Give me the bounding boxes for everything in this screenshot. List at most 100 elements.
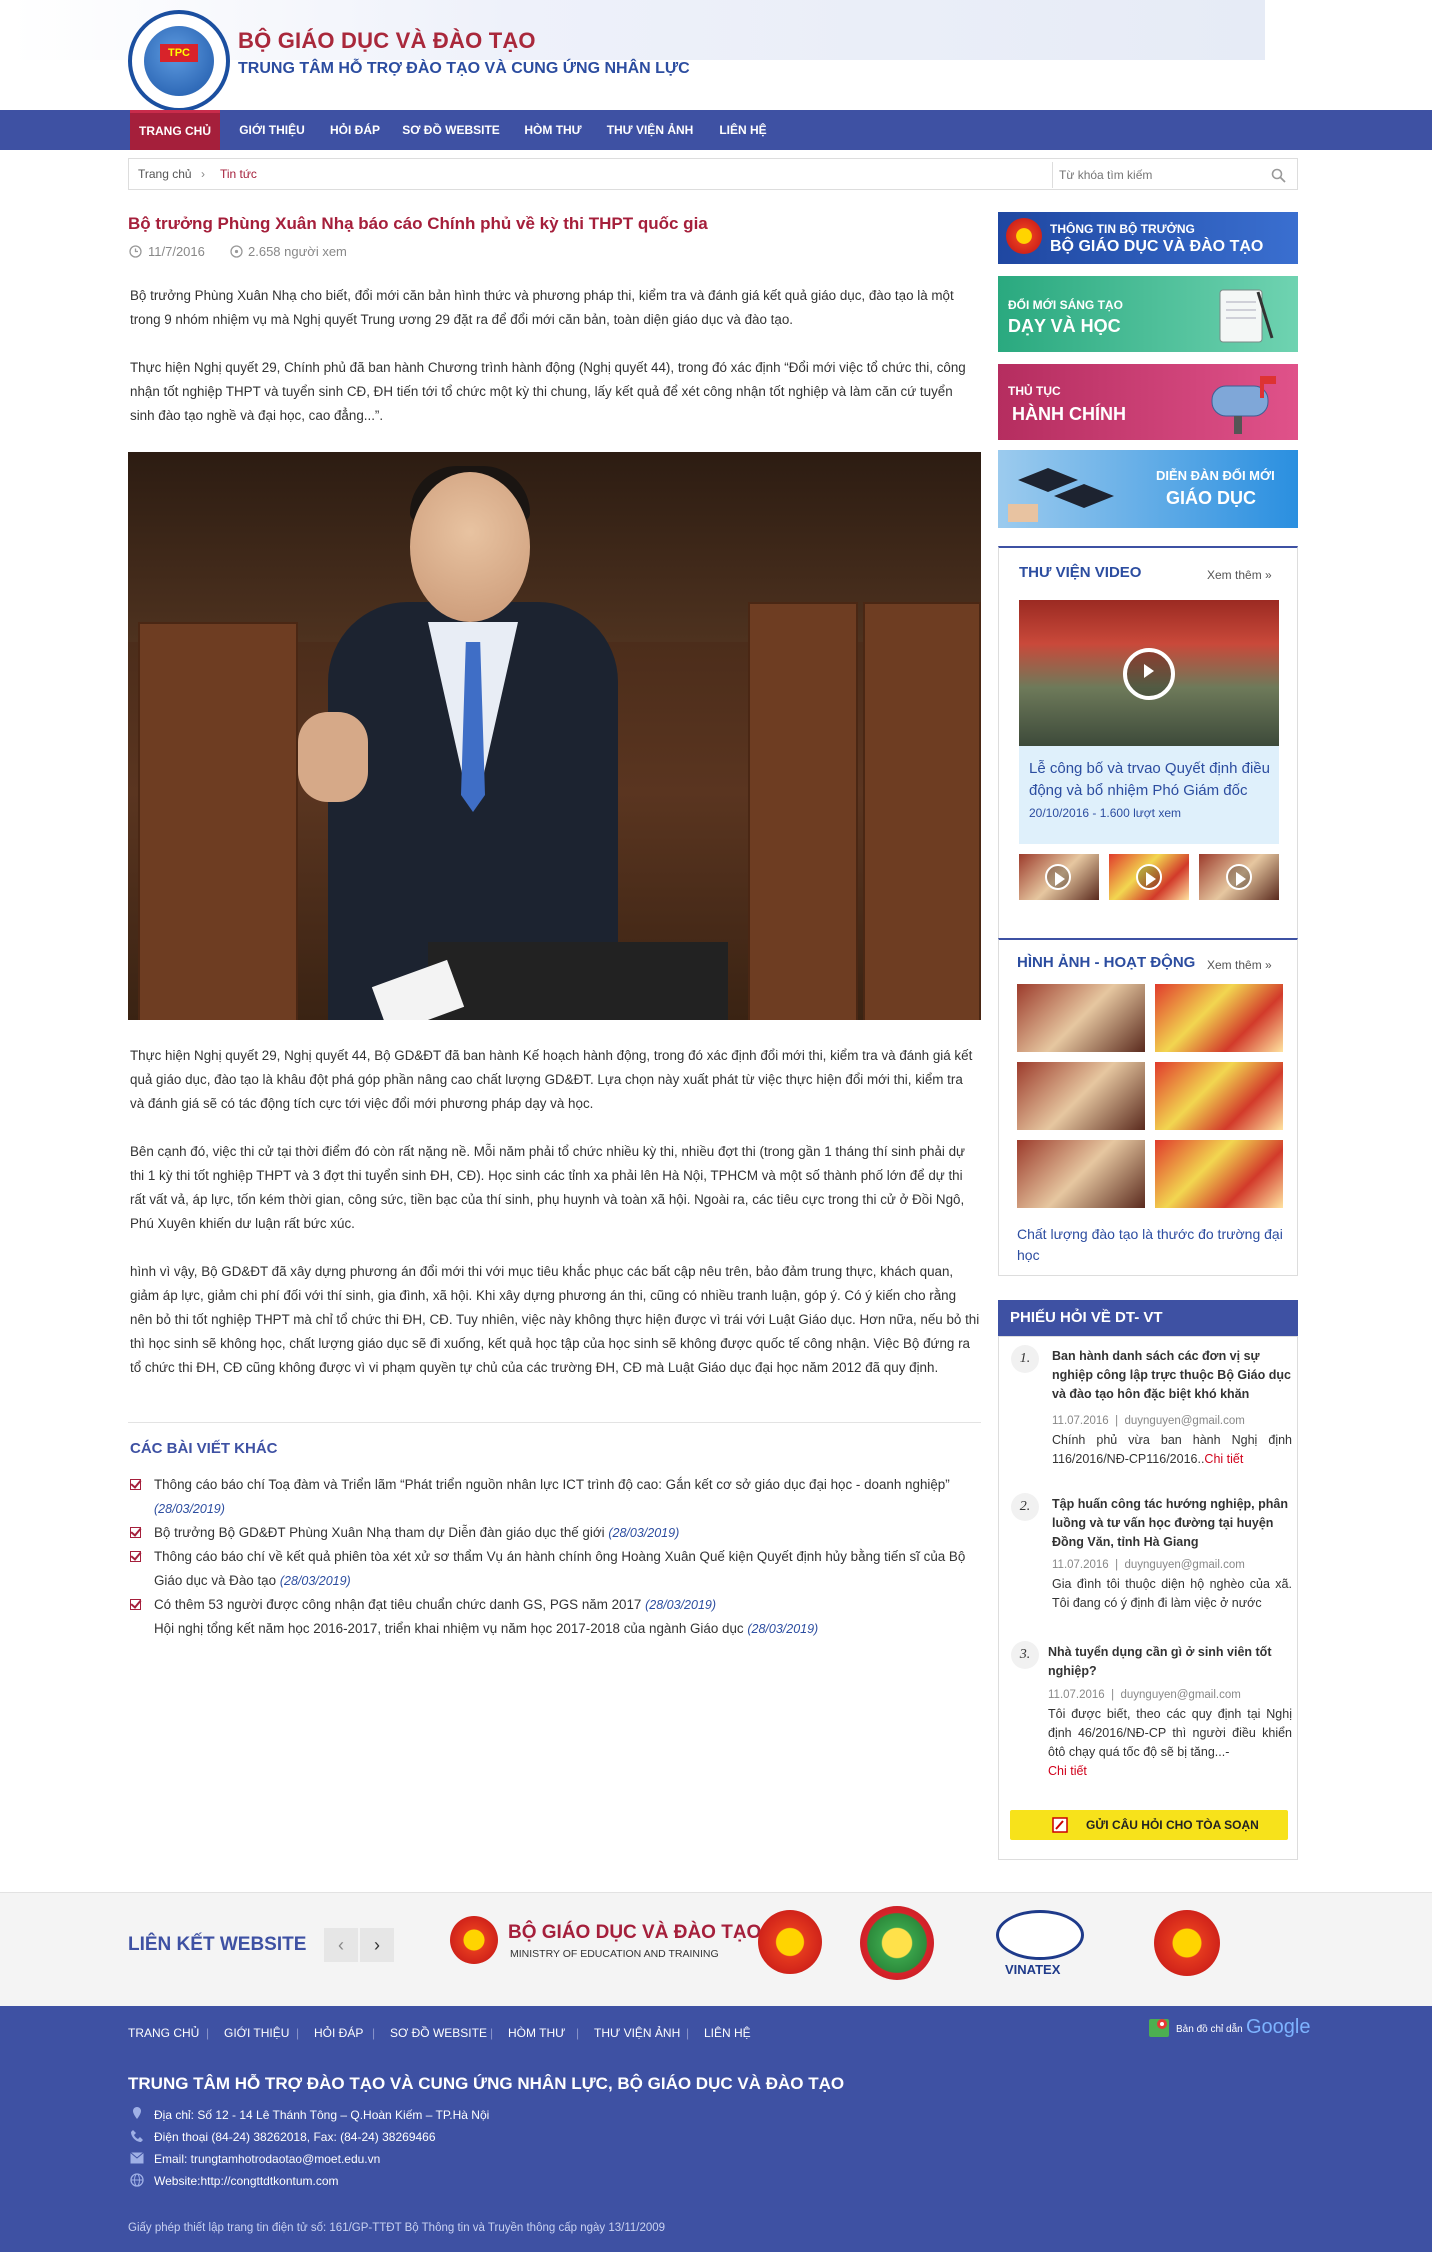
footer-nav-contact[interactable]: LIÊN HỆ bbox=[704, 2026, 751, 2040]
vinatex-label: VINATEX bbox=[1005, 1962, 1061, 1977]
faq-meta: 11.07.2016 | duynguyen@gmail.com bbox=[1052, 1415, 1245, 1427]
article-paragraph-1: Bộ trưởng Phùng Xuân Nhạ cho biết, đổi m… bbox=[130, 288, 954, 327]
footer-phone: Điện thoại (84-24) 38262018, Fax: (84-24… bbox=[154, 2130, 436, 2144]
banner-innovation[interactable]: ĐỔI MỚI SÁNG TẠO DẠY VÀ HỌC bbox=[998, 276, 1298, 352]
prev-arrow-button[interactable]: ‹ bbox=[324, 1928, 358, 1962]
play-icon[interactable] bbox=[1226, 864, 1252, 890]
site-logo[interactable]: TPC bbox=[128, 10, 230, 112]
banner-education-forum[interactable]: DIỄN ĐÀN ĐỔI MỚI GIÁO DỤC bbox=[998, 450, 1298, 528]
edit-icon bbox=[1052, 1817, 1068, 1833]
ask-question-button[interactable]: GỬI CÂU HỎI CHO TÒA SOẠN bbox=[1010, 1810, 1288, 1840]
footer-nav-separator: | bbox=[686, 2026, 690, 2040]
footer-nav-mailbox[interactable]: HÒM THƯ bbox=[508, 2026, 565, 2040]
email-icon bbox=[130, 2152, 144, 2164]
gallery-photo[interactable] bbox=[1017, 984, 1145, 1052]
play-icon[interactable] bbox=[1136, 864, 1162, 890]
related-title: CÁC BÀI VIẾT KHÁC bbox=[130, 1440, 278, 1457]
faq-answer: Gia đình tôi thuộc diện hộ nghèo của xã.… bbox=[1052, 1577, 1292, 1610]
faq-question[interactable]: Tập huấn công tác hướng nghiệp, phân luồ… bbox=[1052, 1495, 1292, 1552]
faq-answer: Chính phủ vừa ban hành Nghị định 116/201… bbox=[1052, 1433, 1292, 1466]
footer-nav-faq[interactable]: HỎI ĐÁP bbox=[314, 2026, 363, 2040]
gallery-photo[interactable] bbox=[1155, 1140, 1283, 1208]
views-icon bbox=[230, 245, 243, 258]
gallery-more-link[interactable]: Xem thêm » bbox=[1207, 958, 1272, 972]
union-logo-icon[interactable] bbox=[860, 1906, 934, 1980]
search-icon[interactable] bbox=[1271, 168, 1286, 183]
gallery-caption[interactable]: Chất lượng đào tạo là thước đo trường đạ… bbox=[1017, 1224, 1287, 1266]
nav-home[interactable]: TRANG CHỦ bbox=[130, 110, 220, 150]
next-arrow-button[interactable]: › bbox=[360, 1928, 394, 1962]
search-box bbox=[1052, 162, 1292, 188]
article-paragraph-2: Thực hiện Nghị quyết 29, Chính phủ đã ba… bbox=[130, 360, 966, 423]
video-meta: 20/10/2016 - 1.600 lượt xem bbox=[1029, 806, 1181, 820]
search-input[interactable] bbox=[1059, 164, 1259, 186]
nav-faq[interactable]: HỎI ĐÁP bbox=[320, 110, 390, 150]
links-title: LIÊN KẾT WEBSITE bbox=[128, 1934, 307, 1955]
nav-gallery[interactable]: THƯ VIỆN ẢNH bbox=[600, 110, 700, 150]
vinatex-logo-icon[interactable] bbox=[996, 1910, 1084, 1960]
national-emblem-icon[interactable] bbox=[1154, 1910, 1220, 1976]
article-date: 11/7/2016 bbox=[148, 244, 205, 259]
play-icon[interactable] bbox=[1045, 864, 1071, 890]
footer-nav-sitemap[interactable]: SƠ ĐỒ WEBSITE bbox=[390, 2026, 487, 2040]
footer-email[interactable]: Email: trungtamhotrodaotao@moet.edu.vn bbox=[154, 2152, 380, 2166]
graduation-cap-icon bbox=[1008, 468, 1114, 522]
article-paragraph-5: hình vì vậy, Bộ GD&ĐT đã xây dựng phương… bbox=[130, 1264, 980, 1375]
mailbox-icon bbox=[1211, 376, 1276, 434]
check-icon bbox=[130, 1479, 141, 1490]
video-more-link[interactable]: Xem thêm » bbox=[1207, 568, 1272, 582]
site-footer bbox=[0, 2006, 1432, 2252]
national-emblem-icon[interactable] bbox=[758, 1910, 822, 1974]
video-caption[interactable]: Lễ công bố và trvao Quyết định điều động… bbox=[1029, 758, 1273, 802]
faq-answer: Tôi được biết, theo các quy định tại Ngh… bbox=[1048, 1707, 1292, 1778]
nav-about[interactable]: GIỚI THIỆU bbox=[232, 110, 312, 150]
banner-minister-info[interactable]: THÔNG TIN BỘ TRƯỞNG BỘ GIÁO DỤC VÀ ĐÀO T… bbox=[998, 212, 1298, 264]
gallery-photo[interactable] bbox=[1017, 1062, 1145, 1130]
article-paragraph-4: Bên cạnh đó, việc thi cử tại thời điểm đ… bbox=[130, 1144, 965, 1231]
nav-sitemap[interactable]: SƠ ĐỒ WEBSITE bbox=[398, 110, 504, 150]
site-subtitle: TRUNG TÂM HỖ TRỢ ĐÀO TẠO VÀ CUNG ỨNG NHÂ… bbox=[238, 60, 690, 77]
faq-number: 1. bbox=[1011, 1345, 1039, 1373]
faq-number: 3. bbox=[1011, 1641, 1039, 1669]
video-title: THƯ VIỆN VIDEO bbox=[1019, 564, 1142, 581]
article-views: 2.658 người xem bbox=[248, 244, 347, 259]
gallery-photo[interactable] bbox=[1155, 984, 1283, 1052]
footer-website[interactable]: Website:http://congttdtkontum.com bbox=[154, 2174, 339, 2188]
chevron-left-icon: ‹ bbox=[338, 1935, 344, 1955]
footer-nav-separator: | bbox=[490, 2026, 494, 2040]
faq-question[interactable]: Nhà tuyển dụng cần gì ở sinh viên tốt ng… bbox=[1048, 1643, 1292, 1681]
chevron-right-icon: › bbox=[374, 1935, 380, 1955]
map-pin-icon bbox=[1149, 2019, 1169, 2037]
play-icon[interactable] bbox=[1123, 648, 1175, 700]
footer-nav-gallery[interactable]: THƯ VIỆN ẢNH bbox=[594, 2026, 680, 2040]
clock-icon bbox=[129, 245, 142, 258]
footer-address: Địa chỉ: Số 12 - 14 Lê Thánh Tông – Q.Ho… bbox=[154, 2108, 490, 2122]
national-emblem-icon[interactable] bbox=[450, 1916, 498, 1964]
faq-detail-link[interactable]: Chi tiết bbox=[1048, 1764, 1087, 1778]
gallery-photo[interactable] bbox=[1155, 1062, 1283, 1130]
article-title: Bộ trưởng Phùng Xuân Nhạ báo cáo Chính p… bbox=[128, 214, 708, 233]
breadcrumb-separator: › bbox=[201, 167, 205, 181]
video-library-box: THƯ VIỆN VIDEO Xem thêm » Lễ công bố và … bbox=[998, 546, 1298, 960]
nav-mailbox[interactable]: HÒM THƯ bbox=[514, 110, 592, 150]
nav-contact[interactable]: LIÊN HỆ bbox=[706, 110, 780, 150]
footer-nav-home[interactable]: TRANG CHỦ bbox=[128, 2026, 199, 2040]
footer-nav-about[interactable]: GIỚI THIỆU bbox=[224, 2026, 289, 2040]
national-emblem-icon bbox=[1006, 218, 1042, 254]
faq-question[interactable]: Ban hành danh sách các đơn vị sự nghiệp … bbox=[1052, 1347, 1292, 1404]
site-title: BỘ GIÁO DỤC VÀ ĐÀO TẠO bbox=[238, 28, 536, 53]
breadcrumb-home[interactable]: Trang chủ bbox=[138, 167, 192, 181]
divider bbox=[128, 1422, 981, 1423]
faq-number: 2. bbox=[1011, 1493, 1039, 1521]
moet-link-title[interactable]: BỘ GIÁO DỤC VÀ ĐÀO TẠO bbox=[508, 1922, 761, 1944]
footer-nav-separator: | bbox=[372, 2026, 376, 2040]
gallery-photo[interactable] bbox=[1017, 1140, 1145, 1208]
footer-nav-separator: | bbox=[296, 2026, 300, 2040]
check-icon bbox=[130, 1527, 141, 1538]
check-icon bbox=[130, 1599, 141, 1610]
faq-detail-link[interactable]: Chi tiết bbox=[1204, 1452, 1243, 1466]
article-paragraph-3: Thực hiện Nghị quyết 29, Nghị quyết 44, … bbox=[130, 1048, 973, 1111]
double-chevron-icon: » bbox=[1265, 958, 1272, 972]
banner-admin-procedures[interactable]: THỦ TỤC HÀNH CHÍNH bbox=[998, 364, 1298, 440]
breadcrumb-current[interactable]: Tin tức bbox=[220, 167, 257, 181]
